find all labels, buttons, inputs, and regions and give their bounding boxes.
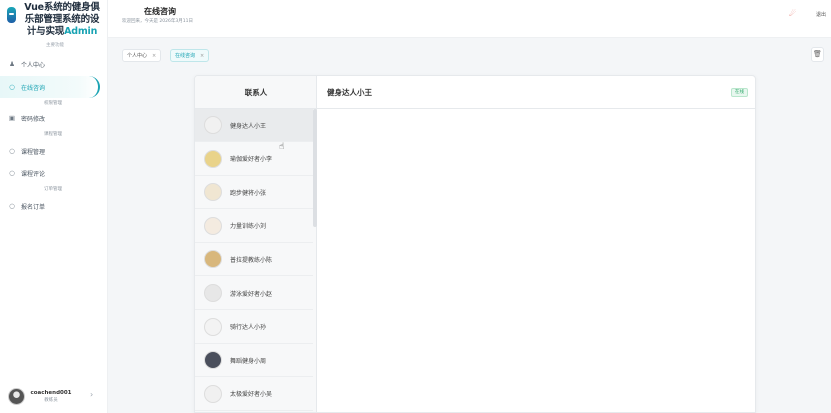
contact-avatar [204, 250, 222, 269]
contact-name: 跑步健将小张 [230, 189, 267, 197]
chevron-right-icon: › [90, 390, 94, 399]
tab-bar: 个人中心 × 在线咨询 × 🗑 [108, 38, 831, 74]
brand-title-line3: 计与实现Admin [19, 26, 105, 38]
contact-item[interactable]: 健身达人小王 [195, 109, 313, 142]
tab-consult[interactable]: 在线咨询 × [170, 49, 210, 62]
brand-title-accent: Admin [64, 26, 98, 37]
contact-avatar [204, 149, 222, 168]
contact-item[interactable]: 舞蹈健身小周 [195, 344, 313, 378]
contact-avatar [204, 284, 222, 302]
sidebar: Vue系统的健身俱 乐部管理系统的设 计与实现Admin 主要功能 ♟ 个人中心… [0, 0, 108, 413]
contacts-header: 联系人 [195, 76, 317, 109]
user-name: coachend001 [30, 390, 72, 396]
contact-name: 太极爱好者小吴 [230, 391, 273, 399]
tab-label: 在线咨询 [175, 53, 196, 59]
logout-button[interactable]: 退出 [816, 11, 826, 18]
lock-icon: ▣ [8, 114, 16, 122]
contact-avatar [204, 384, 222, 403]
sidebar-item-comment[interactable]: ○ 课程评论 [0, 164, 100, 182]
header: 在线咨询 欢迎回来，今天是 2026年3月11日 ☄ 退出 [108, 0, 831, 38]
sidebar-item-consult[interactable]: ○ 在线咨询 [0, 78, 100, 96]
brand-title: Vue系统的健身俱 乐部管理系统的设 计与实现Admin [19, 2, 105, 38]
contact-item[interactable]: 力量训练小刘 [195, 210, 313, 243]
contact-name: 瑜伽爱好者小李 [230, 156, 273, 164]
close-icon[interactable]: × [200, 53, 204, 59]
contact-item[interactable]: 太极爱好者小吴 [195, 378, 313, 411]
user-profile[interactable]: coachend001 教练员 › [0, 382, 108, 412]
user-role: 教练员 [44, 398, 58, 403]
trash-icon[interactable]: 🗑 [811, 47, 824, 62]
contact-avatar [204, 116, 222, 134]
sidebar-item-label: 课程评论 [21, 170, 46, 178]
circle-icon: ○ [9, 83, 15, 91]
database-icon [7, 7, 16, 23]
circle-icon: ○ [9, 202, 15, 210]
tab-profile[interactable]: 个人中心 × [122, 49, 162, 62]
contact-item[interactable]: 瑜伽爱好者小李 [195, 143, 313, 176]
scrollbar[interactable] [313, 109, 317, 227]
nav-sub-label: 课程管理 [44, 132, 62, 137]
contact-item[interactable]: 普拉提教练小陈 [195, 243, 313, 277]
circle-icon: ○ [9, 147, 15, 155]
sidebar-item-password[interactable]: ▣ 密码修改 [0, 109, 100, 127]
conversation-header: 健身达人小王 在线 [317, 76, 755, 109]
user-group-icon: ♟ [9, 60, 15, 68]
chat-panel: 联系人 健身达人小王 瑜伽爱好者小李 跑步健将小张 力量训练小刘 普拉提教练小陈 游泳爱好… [194, 75, 756, 413]
status-badge: 在线 [731, 88, 748, 97]
brand-title-main: 计与实现 [26, 26, 65, 37]
contact-avatar [204, 317, 222, 336]
sidebar-item-orders[interactable]: ○ 报名订单 [0, 197, 100, 215]
contact-avatar [204, 351, 222, 370]
circle-icon: ○ [9, 169, 15, 177]
contact-name: 游泳爱好者小赵 [230, 290, 273, 298]
contact-item[interactable]: 骑行达人小孙 [195, 311, 313, 344]
hand-cursor-icon: ☝ [279, 142, 285, 152]
sidebar-item-profile[interactable]: ♟ 个人中心 [0, 55, 100, 73]
sidebar-item-label: 课程管理 [21, 148, 46, 156]
close-icon[interactable]: × [152, 53, 156, 59]
contact-item[interactable]: 跑步健将小张 [195, 176, 313, 210]
contact-name: 普拉提教练小陈 [230, 256, 273, 264]
bell-icon[interactable]: ☄ [789, 9, 796, 18]
nav-sub-label: 订单管理 [44, 187, 62, 192]
section-label: 主要功能 [46, 43, 64, 48]
contact-name: 舞蹈健身小周 [230, 357, 267, 365]
sidebar-item-course[interactable]: ○ 课程管理 [0, 142, 100, 160]
sidebar-item-label: 在线咨询 [21, 84, 46, 92]
sidebar-item-label: 密码修改 [21, 115, 46, 123]
sidebar-item-label: 报名订单 [21, 203, 46, 211]
brand: Vue系统的健身俱 乐部管理系统的设 计与实现Admin 主要功能 [0, 0, 108, 50]
brand-title-line2: 乐部管理系统的设 [24, 14, 100, 25]
sidebar-item-label: 个人中心 [21, 61, 46, 69]
tab-label: 个人中心 [127, 53, 148, 59]
contact-list: 联系人 健身达人小王 瑜伽爱好者小李 跑步健将小张 力量训练小刘 普拉提教练小陈 游泳爱好… [195, 76, 317, 412]
page-title: 在线咨询 [144, 7, 176, 16]
contact-name: 健身达人小王 [230, 122, 267, 130]
welcome-text: 欢迎回来，今天是 2026年3月11日 [122, 19, 193, 24]
brand-title-line1: Vue系统的健身俱 [24, 2, 100, 13]
nav-sub-label: 权限管理 [44, 101, 62, 106]
avatar [8, 388, 25, 405]
contact-avatar [204, 216, 222, 235]
contact-avatar [204, 183, 222, 202]
contact-name: 力量训练小刘 [230, 223, 267, 231]
contact-item[interactable]: 游泳爱好者小赵 [195, 277, 313, 310]
conversation-title: 健身达人小王 [327, 88, 372, 97]
contact-name: 骑行达人小孙 [230, 324, 267, 332]
